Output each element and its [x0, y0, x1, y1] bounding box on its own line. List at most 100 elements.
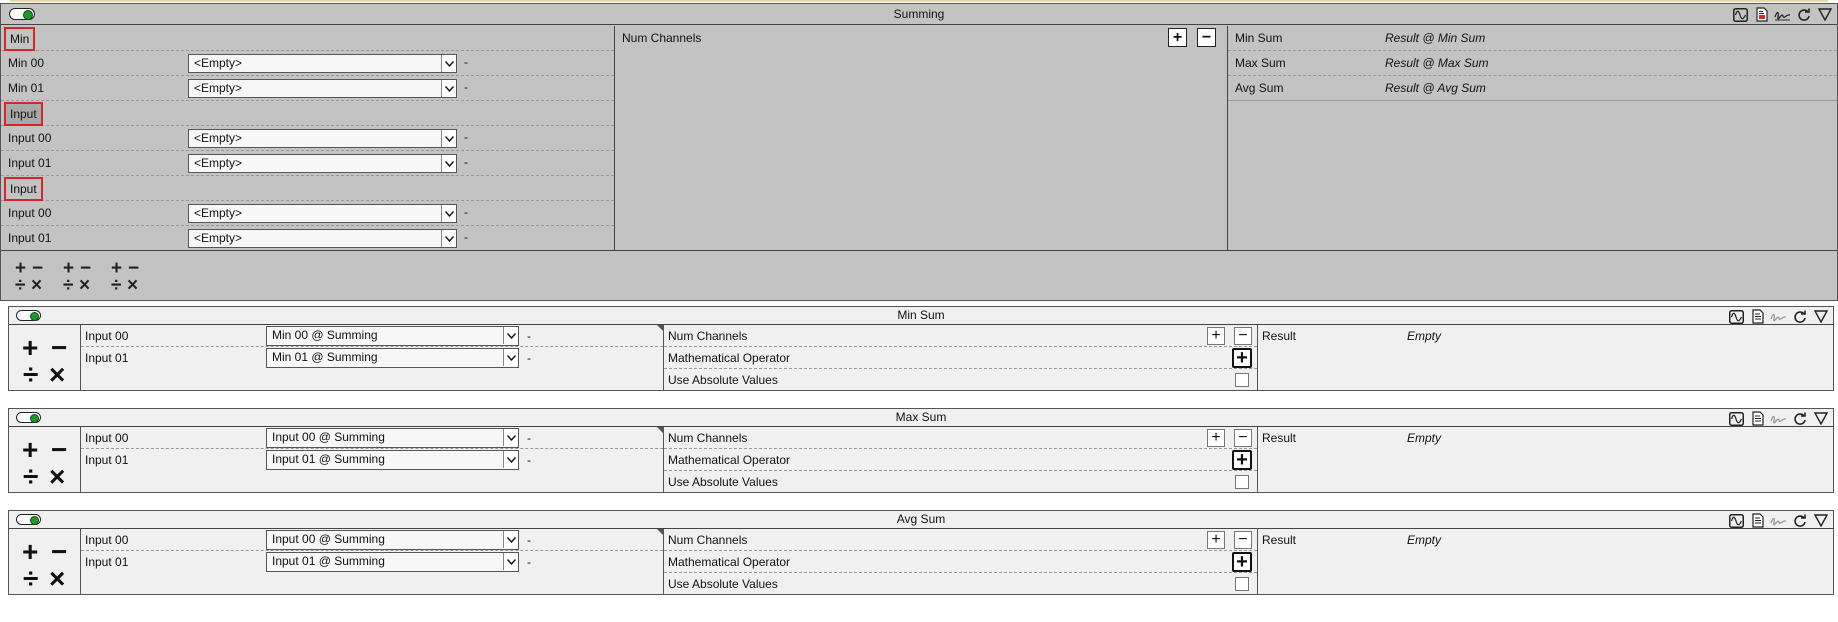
remove-channel-button[interactable]: − [1197, 28, 1216, 47]
summing-params-column: Num Channels + − [615, 26, 1228, 250]
use-absolute-checkbox[interactable] [1235, 577, 1249, 591]
chevron-down-icon[interactable] [503, 349, 518, 366]
num-channels-row: Num Channels + − [664, 325, 1257, 347]
operator-label: Mathematical Operator [668, 555, 791, 569]
input-label: Input 01 [85, 555, 129, 569]
chevron-down-icon[interactable] [503, 429, 518, 446]
output-value[interactable]: Result @ Max Sum [1385, 56, 1489, 70]
absolute-label: Use Absolute Values [668, 475, 778, 489]
refresh-icon[interactable] [1795, 6, 1812, 23]
result-value: Empty [1407, 431, 1442, 445]
signature-icon[interactable] [1770, 308, 1787, 325]
input-select[interactable]: Input 00 @ Summing [266, 428, 519, 448]
block-params: Num Channels + − Mathematical Operator +… [664, 427, 1258, 492]
chevron-down-icon[interactable] [503, 327, 518, 344]
unit-label: - [527, 351, 531, 365]
num-channels-label: Num Channels [668, 533, 748, 547]
input-select[interactable]: <Empty> [188, 79, 457, 98]
math-operators-icon[interactable]: + − ÷ × [15, 259, 49, 295]
chevron-down-icon[interactable] [441, 55, 456, 72]
add-channel-button[interactable]: + [1168, 28, 1187, 47]
signature-icon[interactable] [1774, 6, 1791, 23]
document-icon[interactable] [1749, 308, 1766, 325]
chevron-down-icon[interactable] [441, 230, 456, 247]
chevron-down-icon[interactable] [503, 553, 518, 570]
result-value: Empty [1407, 533, 1442, 547]
unit-label: - [527, 329, 531, 343]
block-toolbar [1728, 410, 1829, 427]
num-channels-label: Num Channels [668, 431, 748, 445]
chevron-down-icon[interactable] [503, 531, 518, 548]
collapse-triangle-icon[interactable] [1812, 512, 1829, 529]
signature-icon[interactable] [1770, 410, 1787, 427]
num-channels-row: Num Channels + − [664, 427, 1257, 449]
unit-label: - [527, 533, 531, 547]
document-icon[interactable] [1753, 6, 1770, 23]
input-select[interactable]: Input 01 @ Summing [266, 552, 519, 572]
group-label-input: Input [4, 177, 43, 201]
use-absolute-checkbox[interactable] [1235, 373, 1249, 387]
math-operators-icon[interactable]: + − ÷ × [63, 259, 97, 295]
input-select[interactable]: <Empty> [188, 54, 457, 73]
block-inputs: Input 00 Min 00 @ Summing - Input 01 Min… [81, 325, 664, 390]
block-body: + − ÷ × Input 00 Min 00 @ Summing - Input … [9, 325, 1833, 390]
summing-enable-toggle[interactable] [9, 8, 35, 20]
input-label: Input 01 [85, 453, 129, 467]
collapse-triangle-icon[interactable] [1812, 410, 1829, 427]
refresh-icon[interactable] [1791, 410, 1808, 427]
num-channels-label: Num Channels [668, 329, 748, 343]
block-results: Result Empty [1258, 427, 1833, 492]
math-operators-icon: + − ÷ × [9, 427, 81, 492]
output-row: Max Sum Result @ Max Sum [1228, 51, 1837, 76]
waveform-icon[interactable] [1728, 410, 1745, 427]
input-select[interactable]: Input 00 @ Summing [266, 530, 519, 550]
output-row: Min Sum Result @ Min Sum [1228, 26, 1837, 51]
chevron-down-icon[interactable] [441, 155, 456, 172]
refresh-icon[interactable] [1791, 308, 1808, 325]
remove-channel-button[interactable]: − [1234, 531, 1252, 549]
input-select[interactable]: Min 00 @ Summing [266, 326, 519, 346]
use-absolute-checkbox[interactable] [1235, 475, 1249, 489]
input-select[interactable]: <Empty> [188, 229, 457, 248]
block-enable-toggle[interactable] [16, 310, 41, 321]
unit-label: - [527, 431, 531, 445]
math-operators-icon[interactable]: + − ÷ × [111, 259, 145, 295]
input-select[interactable]: <Empty> [188, 129, 457, 148]
input-select[interactable]: Min 01 @ Summing [266, 348, 519, 368]
waveform-icon[interactable] [1732, 6, 1749, 23]
remove-channel-button[interactable]: − [1234, 327, 1252, 345]
num-channels-row: Num Channels + − [664, 529, 1257, 551]
signature-icon[interactable] [1770, 512, 1787, 529]
input-row: Input 01 Input 01 @ Summing - [81, 449, 663, 471]
remove-channel-button[interactable]: − [1234, 429, 1252, 447]
input-select[interactable]: <Empty> [188, 204, 457, 223]
operator-plus-button[interactable]: + [1232, 450, 1252, 470]
block-enable-toggle[interactable] [16, 412, 41, 423]
output-value[interactable]: Result @ Min Sum [1385, 31, 1485, 45]
block-enable-toggle[interactable] [16, 514, 41, 525]
add-channel-button[interactable]: + [1207, 429, 1225, 447]
input-select[interactable]: Input 01 @ Summing [266, 450, 519, 470]
refresh-icon[interactable] [1791, 512, 1808, 529]
document-icon[interactable] [1749, 410, 1766, 427]
summing-inputs-column: Min Min 00 <Empty> - Min 01 <Empty> - In… [1, 26, 615, 250]
waveform-icon[interactable] [1728, 308, 1745, 325]
chevron-down-icon[interactable] [441, 130, 456, 147]
input-row: Input 01 Input 01 @ Summing - [81, 551, 663, 573]
add-channel-button[interactable]: + [1207, 327, 1225, 345]
document-icon[interactable] [1749, 512, 1766, 529]
collapse-triangle-icon[interactable] [1816, 6, 1833, 23]
chevron-down-icon[interactable] [441, 205, 456, 222]
waveform-icon[interactable] [1728, 512, 1745, 529]
input-select[interactable]: <Empty> [188, 154, 457, 173]
input-label: Input 00 [8, 206, 52, 220]
collapse-triangle-icon[interactable] [1812, 308, 1829, 325]
add-channel-button[interactable]: + [1207, 531, 1225, 549]
operator-plus-button[interactable]: + [1232, 552, 1252, 572]
chevron-down-icon[interactable] [503, 451, 518, 468]
input-label: Input 00 [85, 329, 129, 343]
summing-titlebar: Summing [1, 4, 1837, 25]
chevron-down-icon[interactable] [441, 80, 456, 97]
operator-plus-button[interactable]: + [1232, 348, 1252, 368]
output-value[interactable]: Result @ Avg Sum [1385, 81, 1486, 95]
